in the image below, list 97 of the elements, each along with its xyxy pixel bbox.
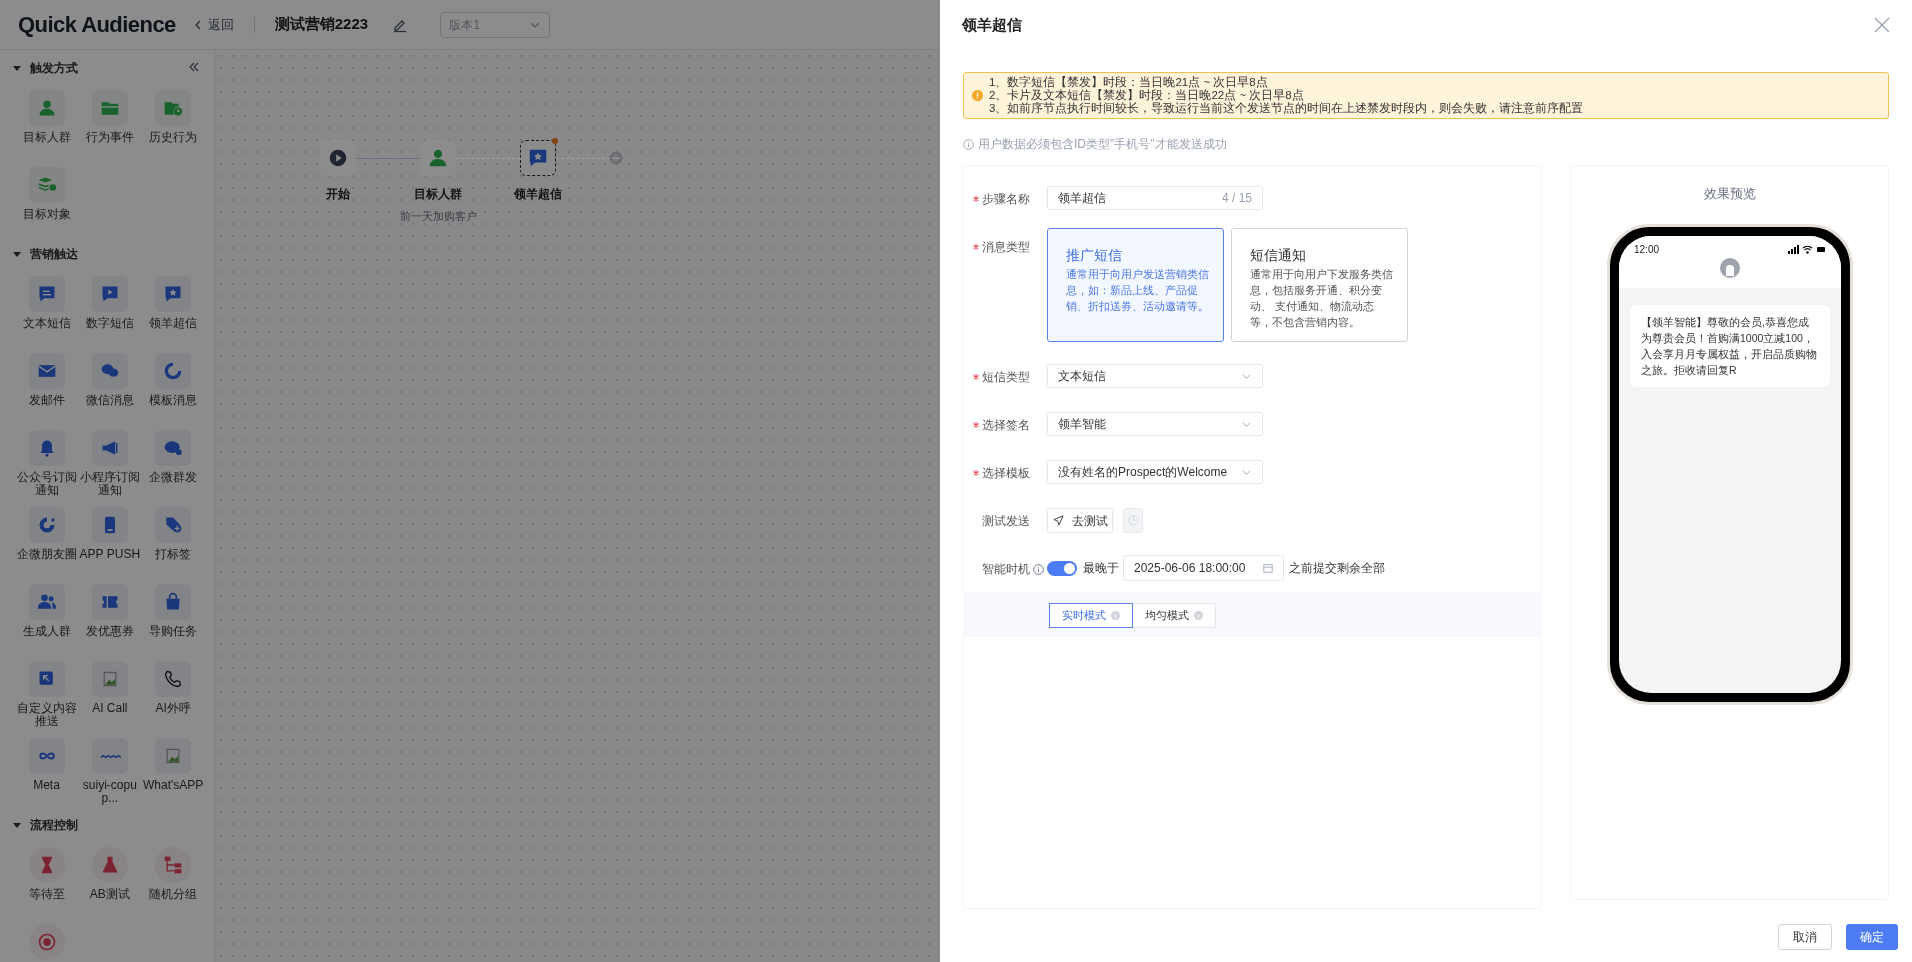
palette-item[interactable]: 领羊超信: [141, 270, 205, 345]
preview-title: 效果预览: [1704, 185, 1756, 203]
node-label: 领羊超信: [514, 186, 562, 203]
palette-item[interactable]: 打标签: [141, 501, 205, 576]
select-field[interactable]: 领羊智能: [1047, 412, 1263, 436]
squiggle-icon: [98, 753, 121, 759]
record-icon: [36, 932, 57, 952]
select-field[interactable]: 文本短信: [1047, 364, 1263, 388]
caret-icon[interactable]: [12, 820, 22, 830]
field-label: 步骤名称: [982, 191, 1030, 208]
info-icon: [963, 138, 974, 150]
avatar-icon: [1720, 257, 1740, 278]
close-icon[interactable]: [1874, 17, 1890, 33]
palette-item[interactable]: AI Call: [78, 655, 142, 730]
node-label: 开始: [326, 186, 350, 203]
select-field[interactable]: 没有姓名的Prospect的Welcome: [1047, 460, 1263, 484]
tag-icon: [163, 515, 184, 535]
drawer-title: 领羊超信: [962, 14, 1022, 35]
flask-icon: [99, 855, 120, 875]
add-node-icon[interactable]: [609, 151, 623, 165]
branch-icon: [163, 855, 184, 875]
calendar-icon: [1263, 563, 1273, 573]
palette-item[interactable]: suiyi-copup...: [78, 732, 142, 807]
palette-item[interactable]: 公众号订阅通知: [15, 424, 78, 499]
palette-item[interactable]: 小程序订阅通知: [78, 424, 142, 499]
option-card[interactable]: 短信通知 通常用于向用户下发服务类信息，包括服务开通、积分变动、 支付通知、物流动态等，不包含营销内容。: [1231, 228, 1408, 342]
status-time: 12:00: [1634, 242, 1660, 257]
person-icon: [427, 147, 449, 169]
palette-item[interactable]: What'sAPP: [141, 732, 205, 807]
star-message-icon: [527, 147, 549, 169]
palette-item[interactable]: 发优惠券: [78, 578, 142, 653]
palette-item[interactable]: 生成人群: [15, 578, 78, 653]
palette-item[interactable]: 导购任务: [141, 578, 205, 653]
send-icon: [1052, 515, 1064, 526]
date-field[interactable]: 2025-06-06 18:00:00: [1123, 555, 1284, 581]
palette-item[interactable]: 随机分组: [141, 841, 205, 916]
star-message-icon: [163, 284, 184, 304]
flow-name: 测试营销2223: [274, 14, 369, 35]
person-icon: [36, 98, 57, 118]
warning-icon: [972, 90, 983, 101]
section-title: 触发方式: [30, 60, 78, 77]
confirm-button[interactable]: 确定: [1846, 924, 1898, 950]
palette-item[interactable]: APP PUSH: [78, 501, 142, 576]
palette-item[interactable]: 发邮件: [15, 347, 78, 422]
field-label: 选择签名: [982, 417, 1030, 434]
phone-call-icon: [163, 669, 184, 689]
palette-item[interactable]: Meta: [15, 732, 78, 807]
alert-line: 2、卡片及文本短信【禁发】时段：当日晚22点 ~ 次日早8点: [989, 89, 1305, 102]
palette-item[interactable]: 企微群发: [141, 424, 205, 499]
palette-item[interactable]: 数字短信: [78, 270, 142, 345]
info-icon: [1194, 610, 1203, 620]
section-title: 流程控制: [30, 817, 78, 834]
palette-item[interactable]: AB测试: [78, 841, 142, 916]
ring-icon: [163, 361, 184, 381]
caret-icon[interactable]: [12, 249, 22, 259]
palette-item[interactable]: 企微朋友圈: [15, 501, 78, 576]
test-button[interactable]: 去测试: [1047, 508, 1113, 533]
alert-line: 3、如前序节点执行时间较长，导致运行当前这个发送节点的时间在上述禁发时段内，则会失败，请注意前序配置: [989, 102, 1584, 115]
palette-item[interactable]: 行为事件: [78, 84, 142, 159]
info-icon: [1111, 610, 1120, 620]
status-icons: [1788, 244, 1826, 254]
field-text: 最晚于: [1083, 560, 1119, 577]
back-link[interactable]: 返回: [191, 14, 234, 35]
node-label: 目标人群: [414, 186, 462, 203]
palette-item[interactable]: 等待至: [15, 841, 78, 916]
mode-tab[interactable]: 实时模式: [1049, 602, 1133, 628]
field-label: 测试发送: [982, 513, 1030, 530]
palette-item[interactable]: 目标人群: [15, 84, 78, 159]
field-label: 选择模板: [982, 465, 1030, 482]
info-note: 用户数据必须包含ID类型"手机号"才能发送成功: [978, 136, 1227, 153]
field-label: 智能时机: [982, 561, 1030, 578]
play-circle-icon: [327, 147, 349, 169]
cancel-button[interactable]: 取消: [1778, 924, 1832, 950]
palette-item[interactable]: 微信消息: [78, 347, 142, 422]
people-icon: [36, 592, 57, 612]
field-text: 之前提交剩余全部: [1289, 560, 1385, 577]
alert-line: 1、数字短信【禁发】时段：当日晚21点 ~ 次日早8点: [989, 76, 1269, 89]
palette-item[interactable]: AI外呼: [141, 655, 205, 730]
clock-icon: [1127, 515, 1139, 526]
input-field[interactable]: 领羊超信 4 / 15: [1047, 186, 1263, 210]
collapse-icon[interactable]: [188, 61, 200, 73]
palette-item[interactable]: 目标对象: [15, 161, 78, 236]
palette-item[interactable]: 历史行为: [141, 84, 205, 159]
app-logo: Quick Audience: [18, 11, 176, 39]
caret-icon[interactable]: [12, 63, 22, 73]
toggle-switch[interactable]: [1047, 560, 1077, 576]
field-label: 消息类型: [982, 239, 1030, 256]
palette-item[interactable]: 自定义内容推送: [15, 655, 78, 730]
palette-item[interactable]: 文本短信: [15, 270, 78, 345]
message-bubble: 【领羊智能】尊敬的会员,恭喜您成为尊贵会员！首购满1000立减100，入会享月月专属权益，开启品质购物之旅。拒收请回复R: [1630, 304, 1830, 387]
field-label: 短信类型: [982, 369, 1030, 386]
palette-item[interactable]: 模板消息: [141, 347, 205, 422]
section-title: 营销触达: [30, 246, 78, 263]
flow-node[interactable]: [520, 140, 556, 176]
option-card[interactable]: 推广短信 通常用于向用户发送营销类信息，如：新品上线、产品促销、折扣送券、活动邀请等。: [1047, 228, 1224, 342]
mode-tab[interactable]: 均匀模式: [1132, 602, 1216, 628]
info-icon: [1033, 563, 1044, 575]
